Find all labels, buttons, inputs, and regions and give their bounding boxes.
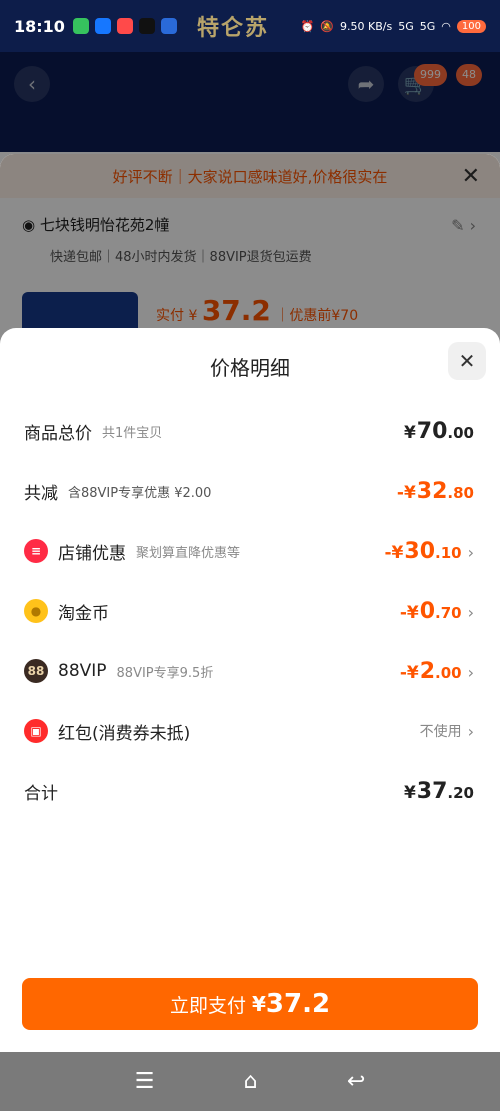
row-amount: ¥ 37 .20 (404, 779, 474, 804)
status-indicators: ⏰ 🔕 9.50 KB/s 5G 5G ◠ 100 (300, 19, 486, 33)
price-detail-sheet: 价格明细 ✕ 商品总价 共1件宝贝 ¥ 70 .00 共减 含88VIP专享优惠… (0, 328, 500, 1052)
amount-main: 30 (404, 538, 436, 564)
amount-cents: .00 (435, 663, 462, 682)
row-label: 淘金币 (58, 603, 109, 624)
status-bar: 18:10 特仑苏 ⏰ 🔕 9.50 KB/s 5G 5G ◠ 100 (0, 0, 500, 52)
amount-main: 32 (416, 478, 448, 504)
amount-main: 37 (416, 778, 448, 804)
pay-button-yen: ¥ (251, 992, 266, 1016)
amount-cents: .10 (435, 543, 462, 562)
not-use-text: 不使用 (419, 724, 462, 740)
amount-main: 2 (419, 658, 436, 684)
pay-button-amount: 37.2 (265, 989, 331, 1019)
net-speed: 9.50 KB/s (340, 19, 393, 33)
store-icon: ≡ (24, 539, 48, 563)
row-label: 合计 (24, 783, 58, 804)
row-label: 店铺优惠 (58, 543, 126, 564)
row-red-packet[interactable]: ▣ 红包(消费券未抵) 不使用 › (24, 714, 474, 748)
row-store-discount[interactable]: ≡ 店铺优惠 聚划算直降优惠等 -¥ 30 .10 › (24, 534, 474, 568)
amount-cents: .00 (447, 423, 474, 442)
chevron-right-icon: › (467, 602, 474, 622)
wifi-icon: ◠ (441, 19, 451, 33)
back-nav-icon[interactable]: ↩ (347, 1069, 365, 1094)
amount-main: 0 (419, 598, 436, 624)
red-packet-icon: ▣ (24, 719, 48, 743)
pay-now-button[interactable]: 立即支付 ¥ 37.2 (22, 978, 478, 1030)
home-icon[interactable]: ⌂ (244, 1069, 258, 1094)
amount-yen: -¥ (399, 662, 419, 683)
app-icon-blue (160, 18, 177, 34)
coin-icon: ● (24, 599, 48, 623)
amount-yen: -¥ (384, 542, 404, 563)
brand-logo: 特仑苏 (196, 16, 269, 41)
app-icon-red (116, 18, 133, 34)
amount-main: 70 (416, 418, 448, 444)
row-amount: -¥ 2 .00 › (400, 659, 474, 684)
row-amount: -¥ 0 .70 › (400, 599, 474, 624)
row-sub: 88VIP专享9.5折 (116, 665, 214, 681)
chevron-right-icon: › (467, 542, 474, 562)
alarm-icon: ⏰ (300, 19, 315, 33)
tiktok-icon (138, 18, 155, 34)
row-total: 合计 ¥ 37 .20 (24, 774, 474, 808)
battery-indicator: 100 (456, 19, 486, 33)
sheet-title: 价格明细 (210, 356, 290, 380)
row-taobao-coins[interactable]: ● 淘金币 -¥ 0 .70 › (24, 594, 474, 628)
amount-yen: ¥ (403, 422, 416, 443)
row-goods-total: 商品总价 共1件宝贝 ¥ 70 .00 (24, 414, 474, 448)
mute-icon: 🔕 (320, 19, 335, 33)
amount-yen: -¥ (396, 482, 416, 503)
close-button[interactable]: ✕ (448, 342, 486, 380)
vip-88-icon: 88 (24, 659, 48, 683)
row-sub: 含88VIP专享优惠 ¥2.00 (68, 485, 212, 501)
row-label: 红包(消费券未抵) (58, 723, 191, 744)
row-amount: -¥ 32 .80 (397, 479, 474, 504)
row-total-discount: 共减 含88VIP专享优惠 ¥2.00 -¥ 32 .80 (24, 474, 474, 508)
amount-cents: .80 (447, 483, 474, 502)
row-amount: -¥ 30 .10 › (385, 539, 475, 564)
row-label: 88VIP (58, 661, 107, 681)
row-label: 商品总价 (24, 423, 92, 444)
amount-yen: ¥ (403, 782, 416, 803)
chevron-right-icon: › (467, 721, 474, 741)
row-88vip[interactable]: 88 88VIP 88VIP专享9.5折 -¥ 2 .00 › (24, 654, 474, 688)
system-nav-bar: ☰ ⌂ ↩ (0, 1052, 500, 1111)
close-icon: ✕ (458, 349, 476, 373)
red-packet-value: 不使用 › (420, 721, 474, 741)
row-label: 共减 (24, 483, 58, 504)
signal-5g-2: 5G (419, 19, 436, 33)
menu-icon[interactable]: ☰ (135, 1069, 155, 1094)
amount-cents: .70 (435, 603, 462, 622)
row-sub: 聚划算直降优惠等 (136, 545, 241, 561)
amount-yen: -¥ (399, 602, 419, 623)
app-icon-green (72, 18, 89, 34)
amount-cents: .20 (447, 783, 474, 802)
status-time: 18:10 (14, 16, 65, 36)
signal-5g-1: 5G (398, 19, 414, 33)
alipay-icon (94, 18, 111, 34)
row-sub: 共1件宝贝 (102, 425, 163, 441)
row-amount: ¥ 70 .00 (404, 419, 474, 444)
chevron-right-icon: › (467, 662, 474, 682)
pay-button-label: 立即支付 (169, 994, 246, 1017)
